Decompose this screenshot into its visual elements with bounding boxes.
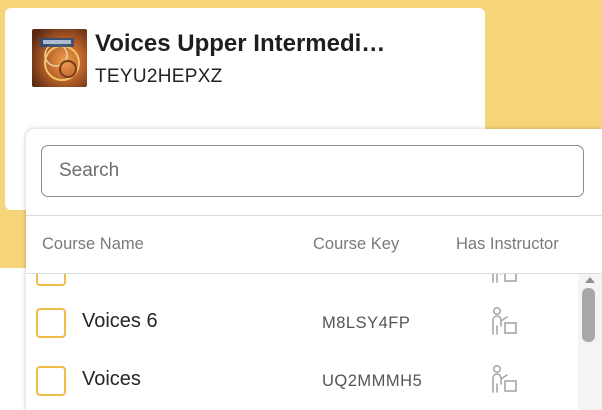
header-has-instructor: Has Instructor	[456, 235, 559, 253]
scrollbar-thumb[interactable]	[582, 288, 595, 342]
table-header: Course Name Course Key Has Instructor	[26, 216, 602, 274]
scroll-up-arrow-icon[interactable]	[585, 277, 595, 283]
instructor-at-board-icon	[492, 274, 517, 283]
row-checkbox[interactable]	[36, 308, 66, 338]
header-course-key: Course Key	[313, 235, 400, 253]
search-input[interactable]	[41, 145, 584, 197]
row-course-name: Voices	[82, 368, 141, 390]
table-row[interactable]: Voices 6 M8LSY4FP	[26, 304, 578, 362]
instructor-at-board-icon	[492, 306, 517, 335]
header-course-name: Course Name	[42, 235, 144, 253]
book-cover-icon	[32, 29, 87, 87]
table-row[interactable]: Voices UQ2MMMH5	[26, 362, 578, 410]
row-course-name: Voices 6	[82, 310, 158, 332]
list-scrollbar[interactable]	[578, 274, 602, 410]
course-selector-dropdown: Course Name Course Key Has Instructor Vo…	[26, 129, 602, 410]
row-course-key: UQ2MMMH5	[322, 372, 423, 390]
course-title: Voices Upper Intermedi…	[95, 30, 386, 57]
table-row[interactable]	[26, 274, 578, 306]
row-checkbox[interactable]	[36, 274, 66, 286]
row-checkbox[interactable]	[36, 366, 66, 396]
course-list[interactable]: Voices 6 M8LSY4FP Voices UQ2MMMH5	[26, 274, 578, 410]
row-course-key: M8LSY4FP	[322, 314, 411, 332]
instructor-at-board-icon	[492, 364, 517, 393]
course-code: TEYU2HEPXZ	[95, 66, 223, 87]
